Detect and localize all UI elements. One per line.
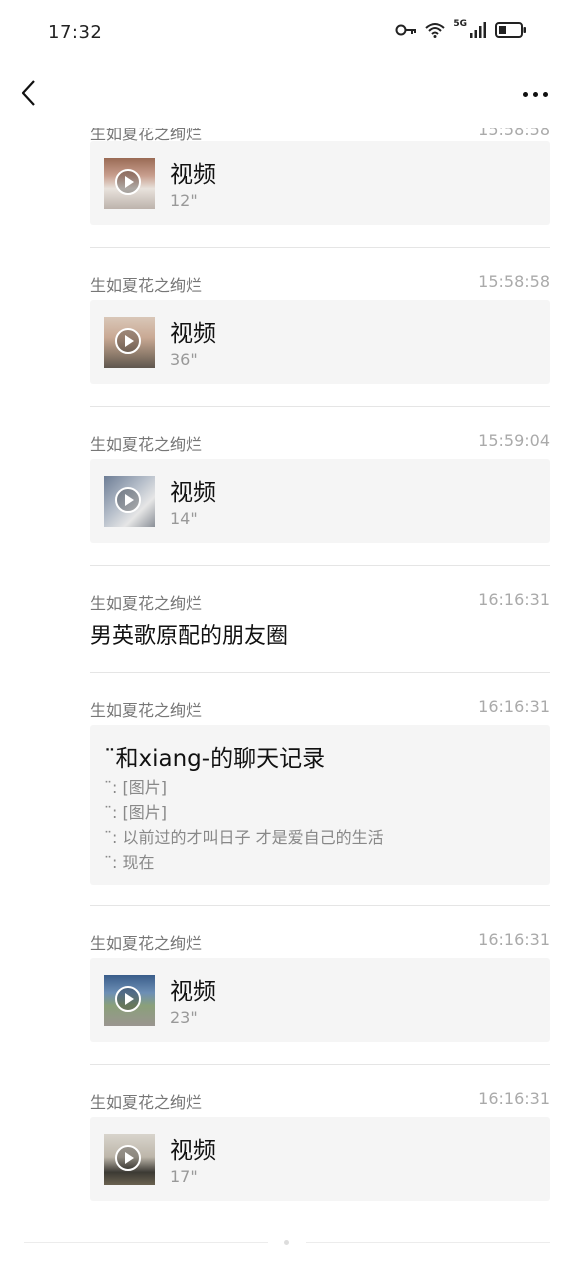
key-icon [395,24,417,36]
battery-icon [495,22,526,38]
video-duration: 12" [170,191,198,210]
end-divider-left [24,1242,268,1243]
video-card[interactable]: 视频 36" [90,300,550,384]
message-time: 16:16:31 [478,930,550,949]
play-icon [115,328,141,354]
video-duration: 17" [170,1167,198,1186]
video-thumbnail [104,476,155,527]
video-duration: 23" [170,1008,198,1027]
video-duration: 36" [170,350,198,369]
sender-name: 生如夏花之绚烂 [90,276,203,295]
play-icon [115,487,141,513]
video-title: 视频 [170,162,216,188]
video-title: 视频 [170,480,216,506]
navigation-bar [0,66,573,128]
video-duration: 14" [170,509,198,528]
video-title: 视频 [170,1138,216,1164]
divider [90,247,550,248]
play-icon [115,986,141,1012]
video-title: 视频 [170,979,216,1005]
divider [90,905,550,906]
sender-name: 生如夏花之绚烂 [90,594,203,613]
end-of-list-dot [284,1240,289,1245]
network-label: 5G [453,19,467,29]
divider [90,565,550,566]
play-icon [115,1145,141,1171]
video-card[interactable]: 视频 17" [90,1117,550,1201]
chat-record-line: ¨: 以前过的才叫日子 才是爱自己的生活 [104,828,384,847]
video-thumbnail [104,317,155,368]
more-options-button[interactable] [519,86,551,102]
chat-record-line: ¨: [图片] [104,803,167,822]
divider [90,672,550,673]
video-thumbnail [104,975,155,1026]
status-icons: 5G [395,19,527,38]
video-title: 视频 [170,321,216,347]
end-divider-right [306,1242,550,1243]
video-card[interactable]: 视频 23" [90,958,550,1042]
divider [90,1064,550,1065]
chevron-left-icon [21,80,35,106]
back-button[interactable] [16,78,48,110]
sender-name: 生如夏花之绚烂 [90,435,203,454]
signal-icon [470,22,486,38]
chat-record-line: ¨: [图片] [104,778,167,797]
status-time: 17:32 [48,22,103,43]
sender-name: 生如夏花之绚烂 [90,701,203,720]
video-card[interactable]: 视频 14" [90,459,550,543]
status-bar: 17:32 5G [0,0,573,66]
message-time: 16:16:31 [478,590,550,609]
more-dots-icon [522,91,528,97]
chat-record-line: ¨: 现在 [104,853,155,872]
sender-name: 生如夏花之绚烂 [90,1093,203,1112]
message-time: 15:58:58 [478,128,550,139]
message-time: 15:59:04 [478,431,550,450]
message-time: 15:58:58 [478,272,550,291]
wifi-icon [425,23,446,38]
video-thumbnail [104,1134,155,1185]
video-card[interactable]: 视频 12" [90,141,550,225]
message-list[interactable]: 生如夏花之绚烂 15:58:58 视频 12" 生如夏花之绚烂 15:58:58… [0,128,573,1280]
chat-record-title: ¨和xiang-的聊天记录 [104,746,326,772]
play-icon [115,169,141,195]
text-message[interactable]: 男英歌原配的朋友圈 [90,618,288,650]
chat-record-card[interactable]: ¨和xiang-的聊天记录 ¨: [图片] ¨: [图片] ¨: 以前过的才叫日… [90,725,550,885]
message-time: 16:16:31 [478,697,550,716]
sender-name: 生如夏花之绚烂 [90,934,203,953]
video-thumbnail [104,158,155,209]
divider [90,406,550,407]
message-time: 16:16:31 [478,1089,550,1108]
